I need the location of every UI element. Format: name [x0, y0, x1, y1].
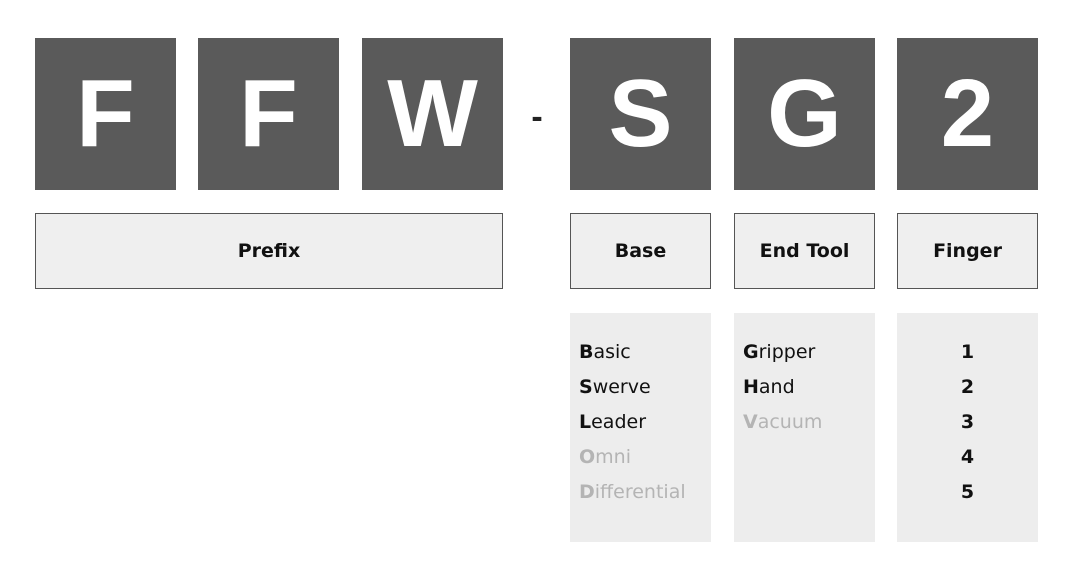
code-letter-prefix-3: W: [362, 38, 503, 190]
base-option-omni: Omni: [579, 446, 631, 468]
segment-label-text: End Tool: [759, 240, 850, 262]
segment-label-base: Base: [570, 213, 711, 289]
base-option-swerve: Swerve: [579, 376, 651, 398]
code-letter-text: F: [76, 60, 135, 167]
code-letter-text: W: [387, 60, 478, 167]
end-tool-options-list: Gripper Hand Vacuum: [734, 313, 875, 542]
finger-option: 1: [960, 341, 975, 363]
finger-option: 3: [960, 411, 975, 433]
code-letter-text: G: [767, 60, 842, 167]
code-letter-base: S: [570, 38, 711, 190]
base-option-differential: Differential: [579, 481, 686, 503]
end-tool-option-hand: Hand: [743, 376, 795, 398]
end-tool-option-vacuum: Vacuum: [743, 411, 823, 433]
code-letter-prefix-1: F: [35, 38, 176, 190]
finger-option: 5: [960, 481, 975, 503]
base-option-leader: Leader: [579, 411, 647, 433]
segment-label-finger: Finger: [897, 213, 1038, 289]
base-options-list: Basic Swerve Leader Omni Differential: [570, 313, 711, 542]
segment-label-text: Prefix: [237, 240, 301, 262]
finger-option: 4: [960, 446, 975, 468]
code-letter-end-tool: G: [734, 38, 875, 190]
code-letter-text: S: [608, 60, 673, 167]
code-letter-finger: 2: [897, 38, 1038, 190]
code-letter-text: 2: [940, 60, 995, 167]
segment-label-prefix: Prefix: [35, 213, 503, 289]
segment-label-text: Base: [614, 240, 667, 262]
finger-option: 2: [960, 376, 975, 398]
segment-label-end-tool: End Tool: [734, 213, 875, 289]
code-letter-prefix-2: F: [198, 38, 339, 190]
base-option-basic: Basic: [579, 341, 631, 363]
code-separator: -: [531, 98, 543, 136]
segment-label-text: Finger: [933, 240, 1002, 262]
end-tool-option-gripper: Gripper: [743, 341, 816, 363]
finger-options-list: 1 2 3 4 5: [897, 313, 1038, 542]
code-letter-text: F: [239, 60, 298, 167]
